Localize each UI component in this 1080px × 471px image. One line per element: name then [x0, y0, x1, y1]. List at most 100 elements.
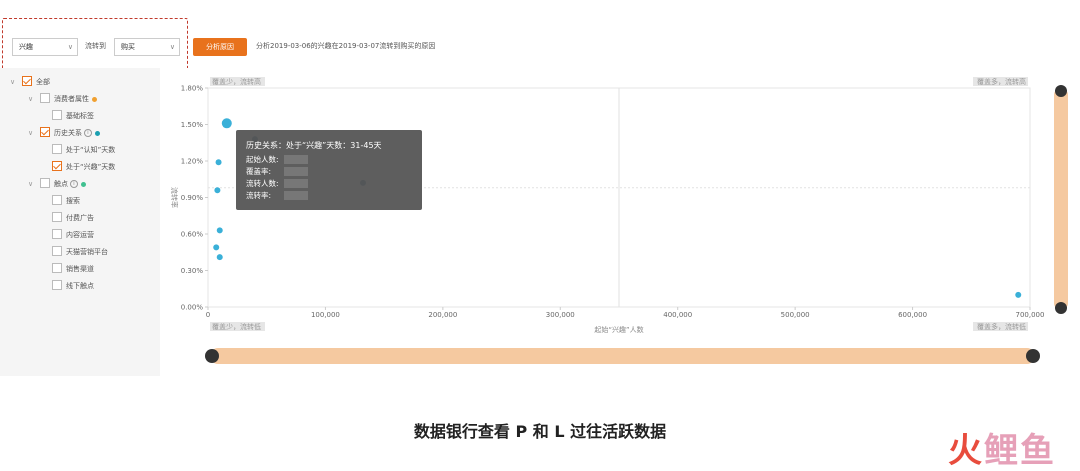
tooltip-redacted-value	[284, 167, 308, 176]
checkbox[interactable]	[40, 93, 50, 103]
checkbox[interactable]	[40, 127, 50, 137]
info-icon[interactable]: i	[84, 129, 92, 137]
quadrant-label: 覆盖多，流转高	[977, 77, 1026, 86]
x-tick-label: 600,000	[898, 311, 927, 319]
caption: 数据银行查看 P 和 L 过往活跃数据	[413, 422, 667, 441]
chevron-down-icon: ∨	[67, 43, 73, 51]
from-stage-value: 兴趣	[19, 43, 33, 51]
to-stage-value: 购买	[121, 43, 135, 51]
tree-item[interactable]: 基础标签	[52, 110, 94, 122]
logo: 火鲤鱼	[948, 423, 1056, 471]
tree-item[interactable]: ∨ 触点 i	[28, 178, 86, 190]
tree-item[interactable]: 销售渠道	[52, 263, 94, 275]
tree-item[interactable]: ∨ 历史关系 i	[28, 127, 100, 139]
flow-to-label: 流转到	[85, 42, 106, 50]
analyze-button[interactable]: 分析原因	[193, 38, 247, 56]
checkbox[interactable]	[52, 246, 62, 256]
tree-item-label: 消费者属性	[54, 95, 89, 103]
checkbox[interactable]	[52, 161, 62, 171]
expand-toggle-icon[interactable]: ∨	[10, 76, 15, 88]
chart-area: 0.00% 0.30% 0.60% 0.90% 1.20% 1.50% 1.80% 0 100,…	[160, 68, 1080, 376]
tree-item[interactable]: ∨ 全部	[10, 76, 50, 88]
x-tick-label: 300,000	[546, 311, 575, 319]
tree-item[interactable]: ∨ 消费者属性	[28, 93, 97, 105]
checkbox[interactable]	[52, 110, 62, 120]
y-tick-label: 0.00%	[181, 304, 204, 312]
expand-toggle-icon[interactable]: ∨	[28, 178, 33, 190]
slider-handle-left[interactable]	[205, 349, 219, 363]
checkbox[interactable]	[52, 212, 62, 222]
data-point[interactable]	[1015, 291, 1022, 298]
logo-part-2: 鲤鱼	[984, 431, 1056, 471]
x-axis-title: 起始“兴趣”人数	[594, 325, 643, 334]
tree-item[interactable]: 内容运营	[52, 229, 94, 241]
tooltip-row-label: 起始人数:	[246, 154, 279, 164]
slider-handle-bottom[interactable]	[1055, 302, 1067, 314]
tree-item-label: 基础标签	[66, 112, 94, 120]
color-dot-icon	[81, 181, 86, 187]
tree-item[interactable]: 线下触点	[52, 280, 94, 292]
tooltip-redacted-value	[284, 179, 308, 188]
toolbar: 兴趣 ∨ 流转到 购买 ∨ 分析原因 分析2019-03-06的兴趣在2019-…	[0, 0, 1080, 78]
tree-item[interactable]: 处于“认知”天数	[52, 144, 115, 156]
color-dot-icon	[95, 130, 100, 136]
checkbox[interactable]	[22, 76, 32, 86]
tree-item-label: 付费广告	[66, 214, 94, 222]
checkbox[interactable]	[40, 178, 50, 188]
tree-item-label: 内容运营	[66, 231, 94, 239]
expand-toggle-icon[interactable]: ∨	[28, 127, 33, 139]
checkbox[interactable]	[52, 144, 62, 154]
checkbox[interactable]	[52, 280, 62, 290]
tree-item[interactable]: 付费广告	[52, 212, 94, 224]
tree-item[interactable]: 天猫营销平台	[52, 246, 108, 258]
tooltip-row-label: 流转人数:	[246, 178, 279, 188]
x-tick-label: 700,000	[1016, 311, 1045, 319]
data-point[interactable]	[216, 254, 223, 261]
logo-part-1: 火	[948, 431, 984, 471]
analyze-description: 分析2019-03-06的兴趣在2019-03-07流转到购买的原因	[256, 42, 436, 50]
quadrant-label: 覆盖多，流转低	[977, 322, 1026, 331]
tooltip-row-label: 流转率:	[246, 190, 271, 200]
tooltip-row-label: 覆盖率:	[246, 166, 271, 176]
y-tick-label: 0.60%	[181, 231, 204, 239]
info-icon[interactable]: i	[70, 180, 78, 188]
data-point[interactable]	[216, 227, 223, 234]
slider-handle-right[interactable]	[1026, 349, 1040, 363]
tree-item-label: 全部	[36, 78, 50, 86]
slider-handle-top[interactable]	[1055, 85, 1067, 97]
horizontal-range-slider[interactable]	[210, 348, 1035, 364]
y-tick-label: 1.80%	[181, 85, 204, 93]
checkbox[interactable]	[52, 229, 62, 239]
data-point[interactable]	[214, 187, 221, 194]
y-tick-label: 0.90%	[181, 194, 204, 202]
from-stage-select[interactable]: 兴趣 ∨	[12, 38, 78, 56]
tree-item-label: 处于“兴趣”天数	[66, 163, 116, 171]
x-tick-label: 200,000	[428, 311, 457, 319]
attribute-tree: ∨ 全部 ∨ 消费者属性 基础标签 ∨ 历史关系 i 处于“认知”天数 处于“兴趣”天数 ∨ 触点 i 搜…	[10, 76, 160, 376]
data-point[interactable]	[221, 118, 232, 129]
to-stage-select[interactable]: 购买 ∨	[114, 38, 180, 56]
y-tick-label: 1.20%	[181, 158, 204, 166]
tree-item[interactable]: 处于“兴趣”天数	[52, 161, 115, 173]
y-tick-label: 0.30%	[181, 267, 204, 275]
tree-item-label: 销售渠道	[66, 265, 94, 273]
y-tick-label: 1.50%	[181, 121, 204, 129]
chevron-down-icon: ∨	[169, 43, 175, 51]
x-tick-label: 400,000	[663, 311, 692, 319]
tree-item-label: 处于“认知”天数	[66, 146, 116, 154]
x-tick-label: 0	[206, 311, 210, 319]
vertical-range-slider[interactable]	[1054, 88, 1068, 310]
data-point[interactable]	[213, 244, 220, 251]
x-tick-label: 100,000	[311, 311, 340, 319]
y-axis-title: 流转率	[170, 187, 179, 208]
quadrant-label: 覆盖少，流转高	[212, 77, 261, 86]
tooltip-redacted-value	[284, 191, 308, 200]
tree-item-label: 历史关系	[54, 129, 82, 137]
tree-item-label: 天猫营销平台	[66, 248, 108, 256]
checkbox[interactable]	[52, 195, 62, 205]
data-point[interactable]	[215, 159, 222, 166]
expand-toggle-icon[interactable]: ∨	[28, 93, 33, 105]
checkbox[interactable]	[52, 263, 62, 273]
tree-item[interactable]: 搜索	[52, 195, 80, 207]
quadrant-label: 覆盖少，流转低	[212, 322, 261, 331]
